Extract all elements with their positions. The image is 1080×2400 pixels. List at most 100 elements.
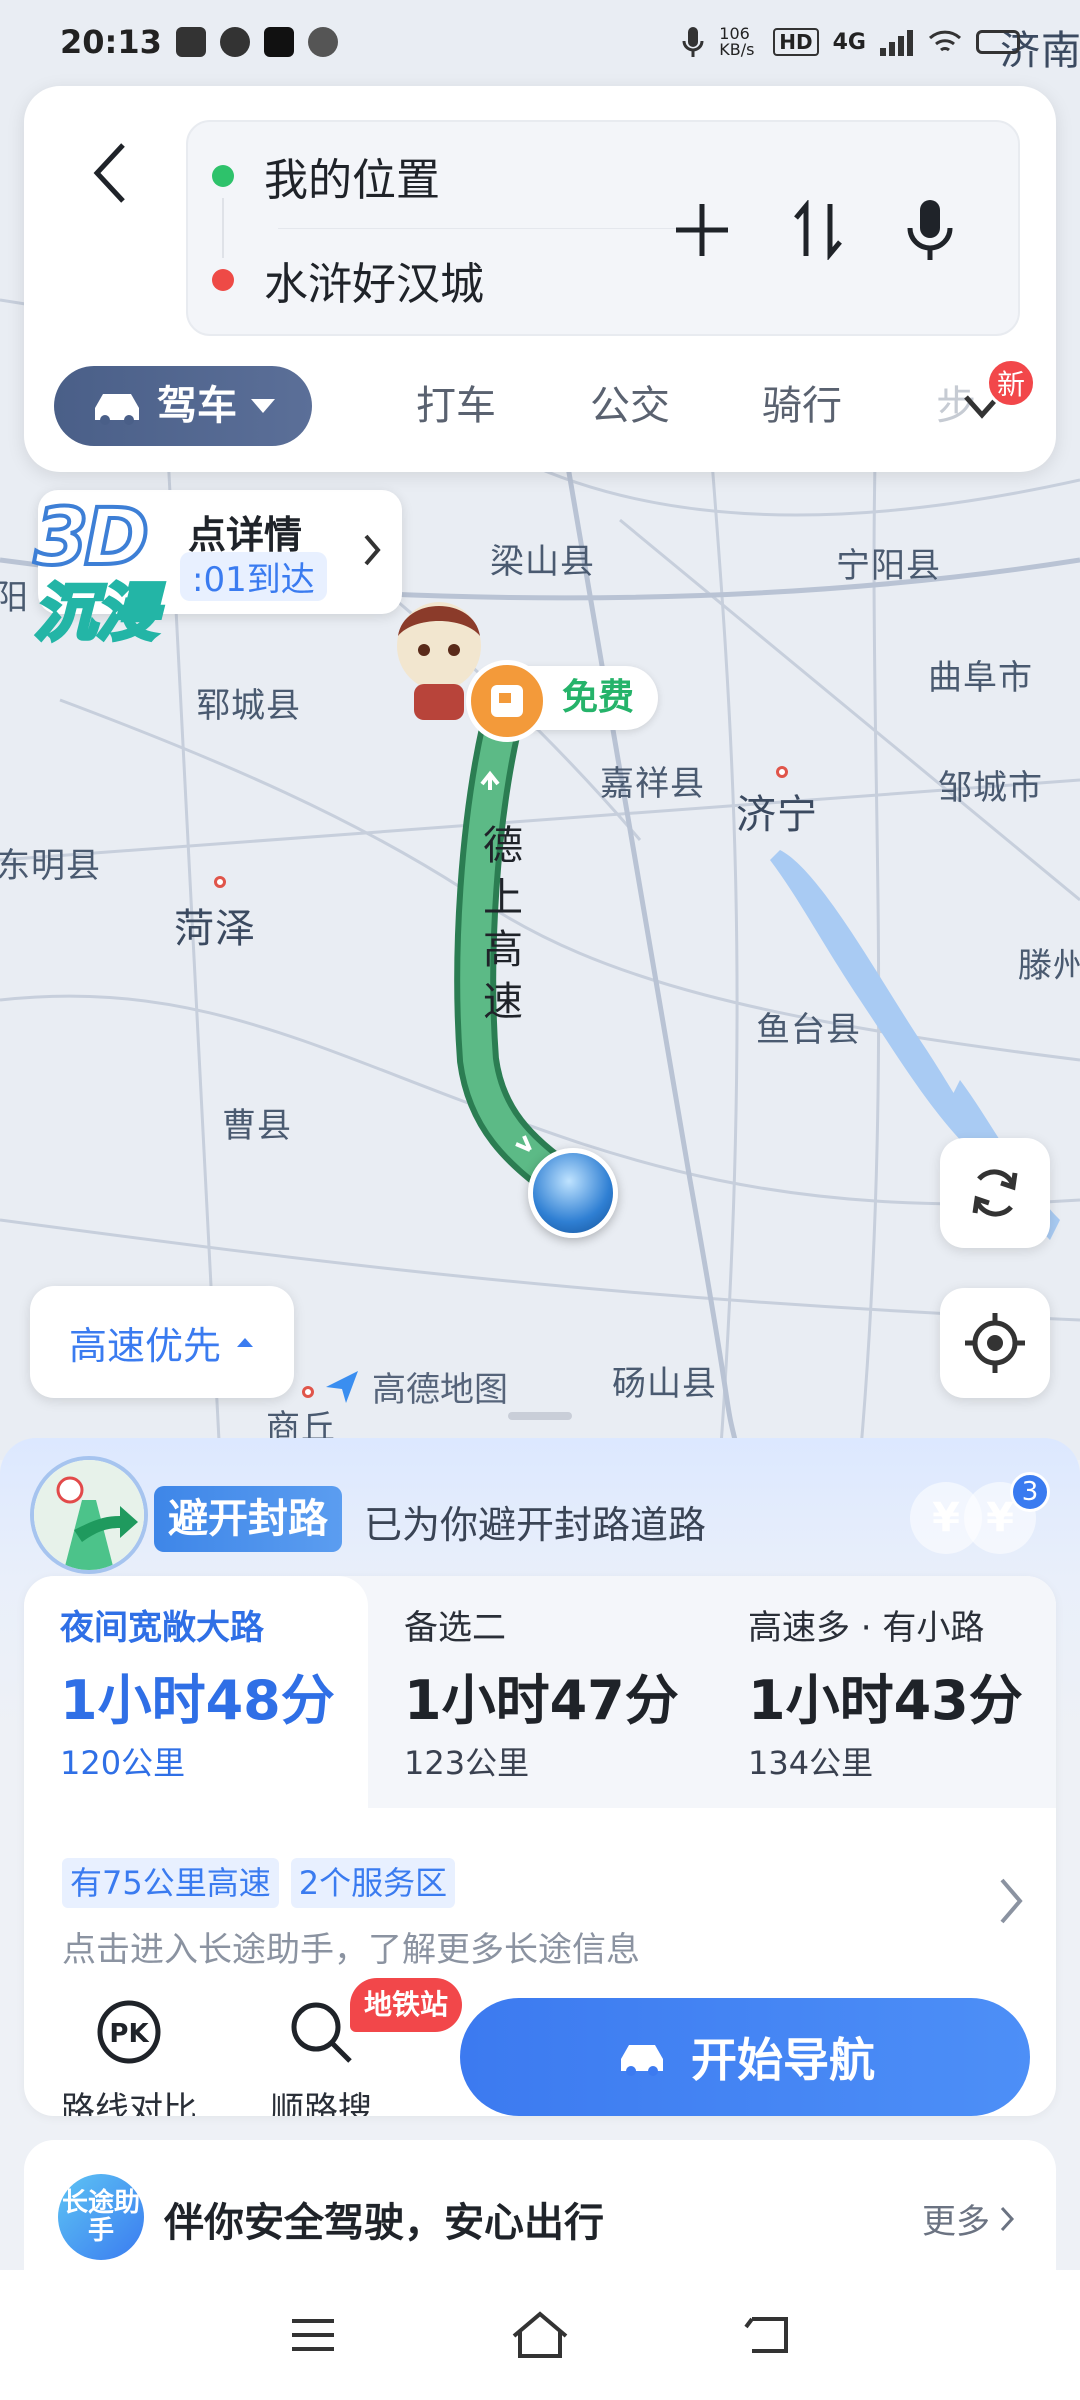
route-compare-button[interactable]: PK 路线对比 (54, 1996, 204, 2116)
more-link[interactable]: 更多 (922, 2194, 1016, 2243)
tab-taxi[interactable]: 打车 (416, 366, 496, 446)
sheet-drag-handle[interactable] (508, 1412, 572, 1420)
caret-down-icon (251, 399, 275, 413)
route-time: 1小时47分 (404, 1669, 679, 1732)
menu-button[interactable] (273, 2295, 353, 2375)
compass-app-icon (219, 27, 250, 57)
city-label: 济宁 (736, 792, 818, 838)
route-sheet: 避开封路 已为你避开封路道路 ¥ ¥ 3 夜间宽敞大路 1小时48分 120公里… (0, 1438, 1080, 2280)
wifi-icon (928, 30, 962, 52)
city-label: 滕州 (1018, 946, 1080, 986)
caret-up-icon (237, 1338, 253, 1347)
city-label: 嘉祥县 (600, 764, 705, 804)
status-time: 20:13 (60, 23, 162, 61)
route-search-panel: 我的位置 水浒好汉城 驾车 打车 公交 骑行 步 新 (24, 86, 1056, 472)
avoid-closure-pill: 避开封路 (154, 1486, 342, 1552)
city-label: 梁山县 (490, 542, 595, 582)
signal-label: 4G (832, 29, 866, 55)
city-label: 曹县 (222, 1106, 292, 1146)
toll-station-icon (466, 660, 548, 742)
route-name: 夜间宽敞大路 (60, 1608, 264, 1648)
start-navigation-label: 开始导航 (691, 2033, 875, 2087)
amap-logo: 高德地图 (322, 1362, 508, 1411)
menu-icon (292, 2319, 335, 2351)
refresh-route-button[interactable] (940, 1138, 1050, 1248)
pk-icon: PK (93, 1996, 165, 2068)
route-preference-label: 高速优先 (68, 1323, 221, 1368)
long-trip-assistant-card[interactable]: 长途助手 伴你安全驾驶，安心出行 更多 (24, 2140, 1056, 2280)
city-label: 郓城县 (196, 686, 301, 726)
destination-field[interactable]: 水浒好汉城 (212, 232, 712, 328)
route-tag: 有75公里高速 (62, 1858, 279, 1908)
hd-icon: HD (773, 28, 819, 56)
chevron-left-icon (93, 143, 125, 203)
tab-transit[interactable]: 公交 (590, 366, 670, 446)
route-distance: 123公里 (404, 1744, 530, 1782)
toll-info-group[interactable]: ¥ ¥ 3 (910, 1472, 1050, 1562)
road-closure-notice[interactable]: 避开封路 已为你避开封路道路 ¥ ¥ 3 (30, 1452, 1050, 1582)
route-tags: 有75公里高速 2个服务区 (62, 1858, 456, 1908)
city-label: 邹城市 (938, 768, 1043, 808)
refresh-icon (972, 1169, 1018, 1217)
poi-title: 点详情 (188, 513, 303, 557)
tab-bike[interactable]: 骑行 (762, 366, 842, 446)
road-closure-icon (30, 1456, 148, 1574)
route-time: 1小时43分 (748, 1669, 1023, 1732)
swap-route-button[interactable] (776, 188, 860, 272)
search-icon (285, 1996, 357, 2068)
city-label: 阳 (0, 578, 29, 618)
add-waypoint-button[interactable] (660, 188, 744, 272)
microphone-icon (907, 200, 953, 260)
voice-input-button[interactable] (888, 188, 972, 272)
city-dot-shangqiu (302, 1386, 314, 1398)
city-label: 砀山县 (612, 1364, 717, 1404)
long-trip-hint[interactable]: 点击进入长途助手，了解更多长途信息 (62, 1922, 640, 1971)
home-button[interactable] (500, 2295, 580, 2375)
locate-me-button[interactable] (940, 1288, 1050, 1398)
route-option[interactable]: 高速多 · 有小路 1小时43分 134公里 (712, 1576, 1056, 1808)
chevron-right-icon[interactable] (996, 1876, 1026, 1930)
destination-marker-icon[interactable] (528, 1148, 618, 1238)
destination-dot-icon (212, 269, 234, 291)
tiktok-icon (263, 27, 294, 57)
start-navigation-button[interactable]: 开始导航 (460, 1998, 1030, 2116)
route-name: 备选二 (404, 1608, 506, 1648)
assistant-slogan: 伴你安全驾驶，安心出行 (164, 2200, 604, 2246)
route-compare-label: 路线对比 (61, 2090, 197, 2116)
road-name-label: 德上高速 (483, 823, 523, 1025)
route-option[interactable]: 备选二 1小时47分 123公里 (368, 1576, 712, 1808)
city-label: 鱼台县 (756, 1010, 861, 1050)
route-name: 高速多 · 有小路 (748, 1608, 985, 1648)
swap-icon (794, 200, 842, 260)
status-bar: 20:13 106 KB/s HD 4G (0, 0, 1080, 84)
battery-icon (976, 30, 1020, 54)
svg-text:PK: PK (109, 2019, 149, 2049)
divider (278, 228, 698, 229)
home-icon (512, 2311, 568, 2358)
back-nav-button[interactable] (727, 2295, 807, 2375)
search-along-label: 顺路搜 (270, 2090, 372, 2116)
back-button[interactable] (64, 128, 154, 218)
origin-field[interactable]: 我的位置 (212, 128, 712, 224)
crosshair-icon (965, 1313, 1025, 1373)
city-label: 菏泽 (174, 906, 256, 952)
tab-drive[interactable]: 驾车 (54, 366, 312, 446)
poi-eta: :01到达 (180, 552, 327, 601)
route-preference-button[interactable]: 高速优先 (30, 1286, 294, 1398)
back-nav-icon (744, 2317, 788, 2353)
route-options: 夜间宽敞大路 1小时48分 120公里 备选二 1小时47分 123公里 高速多… (24, 1576, 1056, 1808)
city-dot-jining (776, 766, 788, 778)
notice-text: 已为你避开封路道路 (364, 1503, 707, 1547)
route-time: 1小时48分 (60, 1669, 335, 1732)
plus-icon (676, 204, 728, 256)
signal-bars-icon (880, 30, 913, 56)
toll-count-badge: 3 (1010, 1472, 1050, 1512)
long-trip-assistant-icon: 长途助手 (58, 2174, 144, 2260)
metro-station-badge: 地铁站 (350, 1978, 463, 2032)
destination-text: 水浒好汉城 (264, 259, 484, 310)
3d-immersive-badge[interactable]: 3D 沉浸 (32, 496, 160, 650)
transport-tabs: 驾车 打车 公交 骑行 步 新 (54, 358, 1044, 446)
net-speed: 106 KB/s (719, 24, 755, 59)
route-option[interactable]: 夜间宽敞大路 1小时48分 120公里 (24, 1576, 368, 1808)
microphone-status-icon (682, 27, 704, 57)
